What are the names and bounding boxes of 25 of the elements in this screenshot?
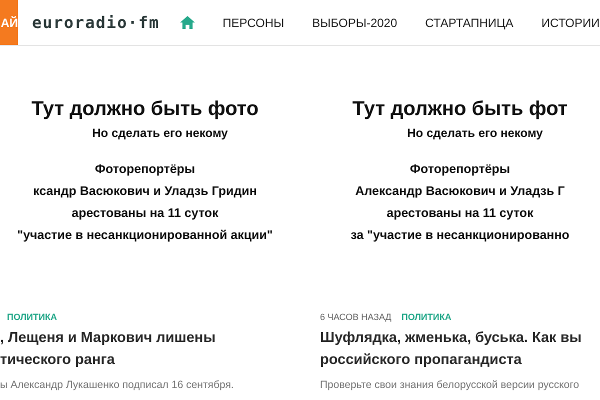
image-caption: за "участие в несанкционированно [350,227,570,244]
article-excerpt: ы Александр Лукашенко подписал 16 сентября. [0,379,235,391]
image-caption: Тут должно быть фот [352,97,568,122]
article-excerpt: Проверьте свои знания белорусской версии русского [320,379,580,391]
nav-link[interactable]: СТАРТАПНИЦА [425,16,514,30]
image-caption: арестованы на 11 суток [72,205,218,222]
home-icon[interactable] [180,16,195,29]
nav-link[interactable]: ПЕРСОНЫ [222,16,284,30]
article-title[interactable]: , Лещеня и Маркович лишены тического ранга [0,327,290,371]
image-caption: арестованы на 11 суток [386,205,534,222]
image-caption: "участие в несанкционированной акции" [17,227,273,244]
image-caption: Но сделать его некому [92,125,228,142]
image-caption: Но сделать его некому [407,125,543,142]
image-caption: Фоторепортёры [410,161,510,178]
nav-link[interactable]: ВЫБОРЫ-2020 [312,16,398,30]
image-caption: Тут должно быть фото [31,97,259,122]
image-card[interactable]: Тут должно быть фот Но сделать его некому Фоторепортёры Александр Васюкович и Уладзь Г арестованы на 11 суток за "участие в несанкционированно [320,46,600,301]
nav-link[interactable]: ИСТОРИИ [541,16,600,30]
image-card[interactable]: Тут должно быть фото Но сделать его некому Фоторепортёры ксандр Васюкович и Уладзь Гридин арестованы на 11 суток "участие в несанкционированной акции" [0,46,290,301]
image-caption: Александр Васюкович и Уладзь Г [355,183,565,200]
time-label: 6 ЧАСОВ НАЗАД [320,312,392,322]
article-title[interactable]: Шуфлядка, жменька, буська. Как вы российского пропагандиста [320,327,600,371]
image-caption: ксандр Васюкович и Уладзь Гридин [33,183,257,200]
site-logo[interactable]: euroradio·fm [32,13,160,32]
image-caption: Фоторепортёры [94,161,196,178]
